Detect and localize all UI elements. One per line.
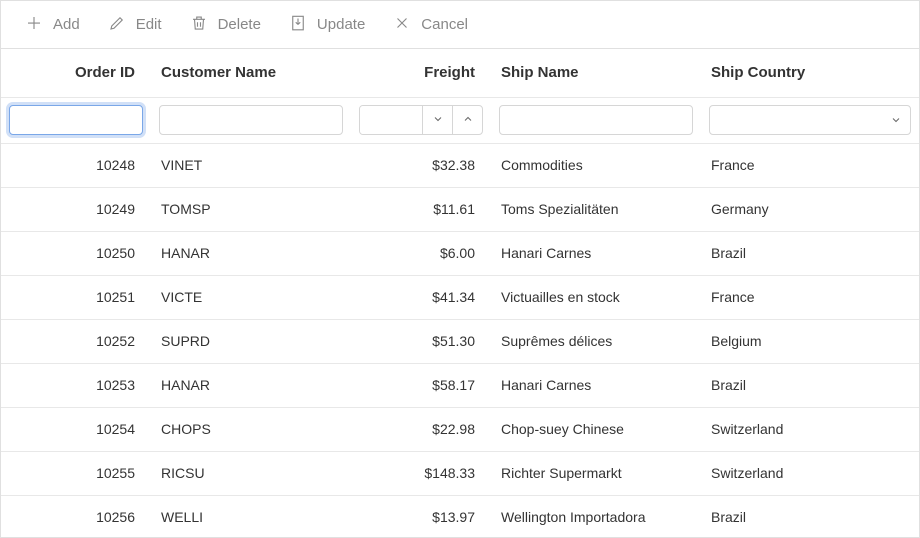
edit-button[interactable]: Edit (108, 14, 162, 36)
filter-ship-country[interactable] (709, 105, 911, 135)
cell-ship-name: Suprêmes délices (491, 319, 701, 363)
cell-freight: $32.38 (351, 143, 491, 187)
cell-order-id: 10254 (1, 407, 151, 451)
save-icon (289, 14, 307, 36)
cell-customer-name: RICSU (151, 451, 351, 495)
cell-ship-name: Richter Supermarkt (491, 451, 701, 495)
table-row[interactable]: 10254CHOPS$22.98Chop-suey ChineseSwitzer… (1, 407, 919, 451)
cell-customer-name: WELLI (151, 495, 351, 537)
cell-freight: $11.61 (351, 187, 491, 231)
delete-button[interactable]: Delete (190, 14, 261, 36)
cell-order-id: 10256 (1, 495, 151, 537)
filter-row (1, 97, 919, 143)
add-label: Add (53, 16, 80, 33)
filter-ship-name[interactable] (499, 105, 693, 135)
filter-customer-name[interactable] (159, 105, 343, 135)
cell-ship-country: Belgium (701, 319, 919, 363)
cell-freight: $51.30 (351, 319, 491, 363)
cell-ship-name: Chop-suey Chinese (491, 407, 701, 451)
table-row[interactable]: 10256WELLI$13.97Wellington ImportadoraBr… (1, 495, 919, 537)
update-label: Update (317, 16, 365, 33)
table-row[interactable]: 10252SUPRD$51.30Suprêmes délicesBelgium (1, 319, 919, 363)
table-row[interactable]: 10253HANAR$58.17Hanari CarnesBrazil (1, 363, 919, 407)
cell-customer-name: VINET (151, 143, 351, 187)
cell-ship-name: Wellington Importadora (491, 495, 701, 537)
cell-order-id: 10249 (1, 187, 151, 231)
cell-ship-country: France (701, 143, 919, 187)
cell-order-id: 10252 (1, 319, 151, 363)
header-ship-name[interactable]: Ship Name (491, 49, 701, 97)
plus-icon (25, 14, 43, 36)
cell-customer-name: CHOPS (151, 407, 351, 451)
trash-icon (190, 14, 208, 36)
data-grid: Add Edit Delete Update Cancel (0, 0, 920, 538)
edit-label: Edit (136, 16, 162, 33)
cell-customer-name: SUPRD (151, 319, 351, 363)
spin-up-button[interactable] (452, 106, 482, 134)
chevron-up-icon (462, 112, 474, 128)
cancel-label: Cancel (421, 16, 468, 33)
filter-freight-input[interactable] (360, 106, 422, 134)
toolbar: Add Edit Delete Update Cancel (1, 1, 919, 49)
spin-down-button[interactable] (422, 106, 452, 134)
table-row[interactable]: 10248VINET$32.38CommoditiesFrance (1, 143, 919, 187)
cell-ship-name: Toms Spezialitäten (491, 187, 701, 231)
cell-freight: $58.17 (351, 363, 491, 407)
cell-order-id: 10255 (1, 451, 151, 495)
header-ship-country[interactable]: Ship Country (701, 49, 919, 97)
header-row: Order ID Customer Name Freight Ship Name… (1, 49, 919, 97)
cell-ship-country: Brazil (701, 231, 919, 275)
cell-freight: $6.00 (351, 231, 491, 275)
update-button[interactable]: Update (289, 14, 365, 36)
cell-freight: $148.33 (351, 451, 491, 495)
cell-ship-name: Commodities (491, 143, 701, 187)
grid-table: Order ID Customer Name Freight Ship Name… (1, 49, 919, 537)
cell-ship-country: Switzerland (701, 451, 919, 495)
filter-freight (359, 105, 483, 135)
cell-ship-name: Hanari Carnes (491, 363, 701, 407)
chevron-down-icon (432, 112, 444, 128)
cell-ship-country: France (701, 275, 919, 319)
cell-freight: $13.97 (351, 495, 491, 537)
pencil-icon (108, 14, 126, 36)
header-customer-name[interactable]: Customer Name (151, 49, 351, 97)
filter-order-id[interactable] (9, 105, 143, 135)
header-freight[interactable]: Freight (351, 49, 491, 97)
delete-label: Delete (218, 16, 261, 33)
cell-ship-country: Brazil (701, 495, 919, 537)
cell-order-id: 10253 (1, 363, 151, 407)
cell-ship-name: Hanari Carnes (491, 231, 701, 275)
table-row[interactable]: 10251VICTE$41.34Victuailles en stockFran… (1, 275, 919, 319)
cell-customer-name: HANAR (151, 231, 351, 275)
cell-freight: $22.98 (351, 407, 491, 451)
cell-freight: $41.34 (351, 275, 491, 319)
cell-ship-name: Victuailles en stock (491, 275, 701, 319)
chevron-down-icon (882, 114, 910, 126)
cell-order-id: 10250 (1, 231, 151, 275)
cell-customer-name: HANAR (151, 363, 351, 407)
cell-order-id: 10251 (1, 275, 151, 319)
cell-ship-country: Germany (701, 187, 919, 231)
close-icon (393, 14, 411, 36)
grid-body[interactable]: Order ID Customer Name Freight Ship Name… (1, 49, 919, 537)
header-order-id[interactable]: Order ID (1, 49, 151, 97)
cell-customer-name: VICTE (151, 275, 351, 319)
cell-ship-country: Brazil (701, 363, 919, 407)
cell-customer-name: TOMSP (151, 187, 351, 231)
table-row[interactable]: 10249TOMSP$11.61Toms SpezialitätenGerman… (1, 187, 919, 231)
cancel-button[interactable]: Cancel (393, 14, 468, 36)
table-row[interactable]: 10255RICSU$148.33Richter SupermarktSwitz… (1, 451, 919, 495)
table-row[interactable]: 10250HANAR$6.00Hanari CarnesBrazil (1, 231, 919, 275)
cell-order-id: 10248 (1, 143, 151, 187)
cell-ship-country: Switzerland (701, 407, 919, 451)
add-button[interactable]: Add (25, 14, 80, 36)
